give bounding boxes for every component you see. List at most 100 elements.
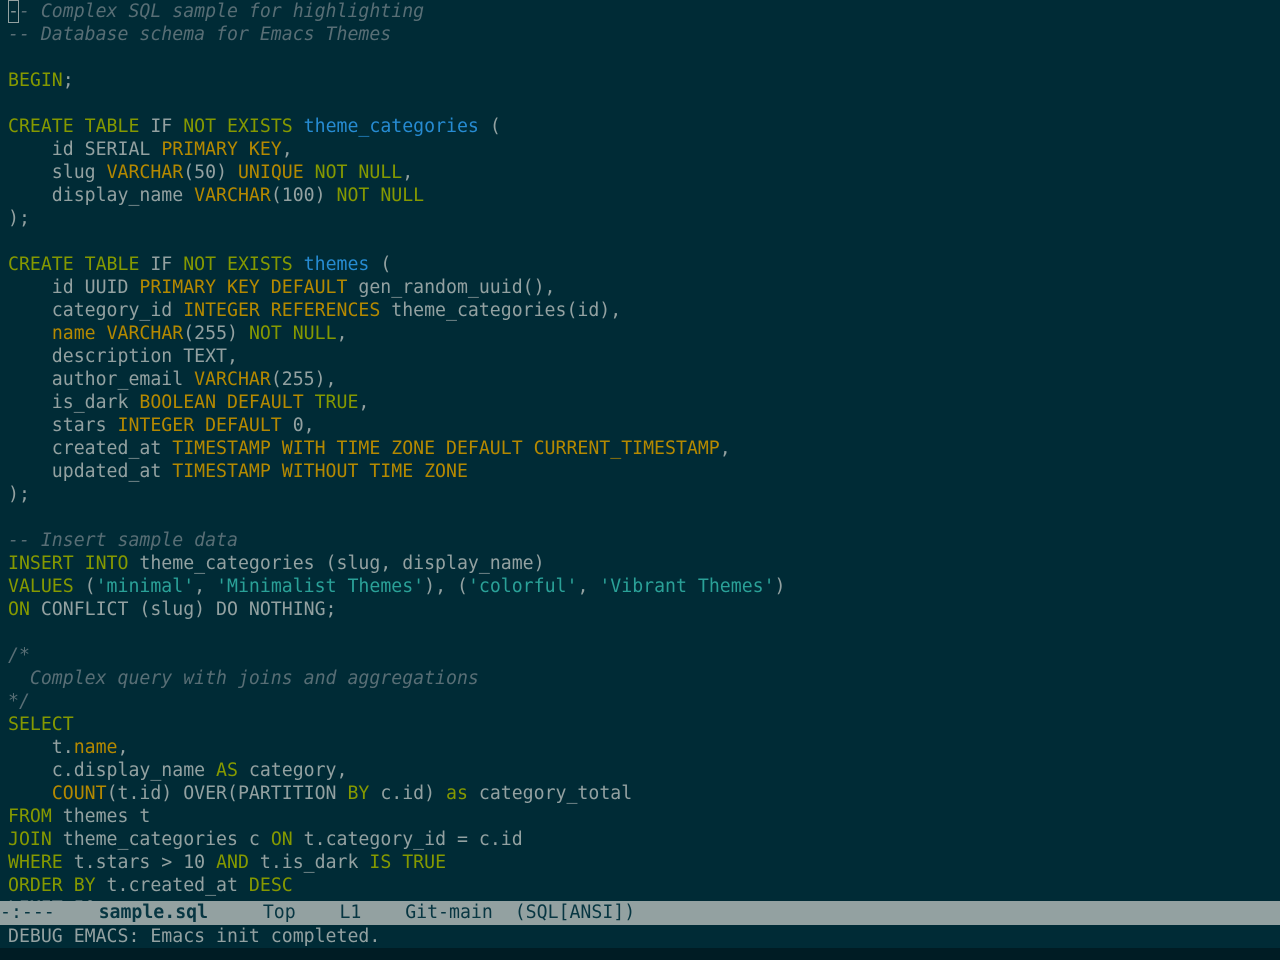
code-line[interactable]: ); xyxy=(0,483,1280,506)
code-token-plain: 0, xyxy=(281,415,315,436)
code-token-plain: , xyxy=(336,323,348,344)
code-token-plain: id UUID xyxy=(8,277,140,298)
code-token-kw: INSERT INTO xyxy=(8,553,129,574)
modeline-line-number: L1 xyxy=(339,902,362,923)
code-token-plain: t.stars > 10 xyxy=(62,852,217,873)
code-token-plain: , xyxy=(577,576,600,597)
code-token-plain: gen_random_uuid(), xyxy=(347,277,556,298)
code-line[interactable] xyxy=(0,230,1280,253)
code-token-str: 'Minimalist Themes' xyxy=(216,576,425,597)
code-line[interactable]: INSERT INTO theme_categories (slug, disp… xyxy=(0,552,1280,575)
modeline-status: -:--- xyxy=(0,902,55,923)
code-line[interactable]: JOIN theme_categories c ON t.category_id… xyxy=(0,828,1280,851)
code-token-plain: IF xyxy=(139,116,184,137)
code-token-plain: updated_at xyxy=(8,461,173,482)
code-line[interactable]: -- Complex SQL sample for highlighting xyxy=(0,0,1280,23)
code-line[interactable]: SELECT xyxy=(0,713,1280,736)
code-token-kw: CREATE TABLE xyxy=(8,116,140,137)
modeline-buffer-name[interactable]: sample.sql xyxy=(99,902,209,923)
code-line[interactable]: BEGIN; xyxy=(0,69,1280,92)
code-token-plain: , xyxy=(117,737,129,758)
code-line[interactable]: id SERIAL PRIMARY KEY, xyxy=(0,138,1280,161)
code-line[interactable]: id UUID PRIMARY KEY DEFAULT gen_random_u… xyxy=(0,276,1280,299)
code-line[interactable] xyxy=(0,621,1280,644)
code-line[interactable]: slug VARCHAR(50) UNIQUE NOT NULL, xyxy=(0,161,1280,184)
code-line[interactable]: /* xyxy=(0,644,1280,667)
code-line[interactable]: COUNT(t.id) OVER(PARTITION BY c.id) as c… xyxy=(0,782,1280,805)
code-line[interactable]: ORDER BY t.created_at DESC xyxy=(0,874,1280,897)
code-token-plain: theme_categories c xyxy=(51,829,271,850)
code-token-plain: (255), xyxy=(270,369,337,390)
code-token-str: 'colorful' xyxy=(467,576,578,597)
code-line[interactable]: -- Database schema for Emacs Themes xyxy=(0,23,1280,46)
code-token-kw: DESC xyxy=(248,875,293,896)
code-token-plain: author_email xyxy=(8,369,195,390)
code-token-kw: TRUE xyxy=(314,392,359,413)
code-token-plain: ) xyxy=(774,576,786,597)
code-token-kw: AS xyxy=(216,760,238,781)
code-token-plain: ), ( xyxy=(424,576,468,597)
code-token-cm: */ xyxy=(8,691,30,712)
code-token-plain: , xyxy=(402,162,414,183)
code-line[interactable]: WHERE t.stars > 10 AND t.is_dark IS TRUE xyxy=(0,851,1280,874)
code-token-ty: PRIMARY KEY xyxy=(161,139,282,160)
code-line[interactable]: description TEXT, xyxy=(0,345,1280,368)
code-line[interactable]: FROM themes t xyxy=(0,805,1280,828)
code-line[interactable]: Complex query with joins and aggregation… xyxy=(0,667,1280,690)
code-token-plain: t.is_dark xyxy=(248,852,370,873)
code-line[interactable]: display_name VARCHAR(100) NOT NULL xyxy=(0,184,1280,207)
code-line[interactable]: ); xyxy=(0,207,1280,230)
code-line[interactable]: is_dark BOOLEAN DEFAULT TRUE, xyxy=(0,391,1280,414)
code-line[interactable]: created_at TIMESTAMP WITH TIME ZONE DEFA… xyxy=(0,437,1280,460)
code-token-plain: category_total xyxy=(467,783,633,804)
code-token-ty: TIMESTAMP WITH TIME ZONE DEFAULT CURRENT… xyxy=(172,438,720,459)
code-token-kw: JOIN xyxy=(8,829,52,850)
code-token-plain: t.created_at xyxy=(95,875,249,896)
code-token-plain: created_at xyxy=(8,438,173,459)
modeline-position: Top xyxy=(262,902,296,923)
code-line[interactable]: ON CONFLICT (slug) DO NOTHING; xyxy=(0,598,1280,621)
code-line[interactable]: CREATE TABLE IF NOT EXISTS themes ( xyxy=(0,253,1280,276)
code-token-ty: VARCHAR xyxy=(106,162,184,183)
text-cursor: - xyxy=(8,1,19,22)
code-line[interactable]: c.display_name AS category, xyxy=(0,759,1280,782)
code-token-plain: , xyxy=(281,139,293,160)
code-token-kw: NOT NULL xyxy=(314,162,403,183)
code-token-plain: ( xyxy=(478,116,501,137)
code-token-plain: (255) xyxy=(183,323,249,344)
code-token-str: 'Vibrant Themes' xyxy=(599,576,775,597)
code-token-ty: name xyxy=(51,323,96,344)
code-token-plain: t.category_id = c.id xyxy=(292,829,523,850)
code-line[interactable]: t.name, xyxy=(0,736,1280,759)
code-token-kw: NOT NULL xyxy=(336,185,425,206)
code-token-kw: NOT EXISTS xyxy=(183,254,293,275)
code-line[interactable]: -- Insert sample data xyxy=(0,529,1280,552)
code-line[interactable]: stars INTEGER DEFAULT 0, xyxy=(0,414,1280,437)
code-token-cm: /* xyxy=(8,645,30,666)
code-token-plain: description TEXT, xyxy=(8,346,238,367)
code-line[interactable] xyxy=(0,506,1280,529)
code-line[interactable]: updated_at TIMESTAMP WITHOUT TIME ZONE xyxy=(0,460,1280,483)
code-token-plain: themes t xyxy=(51,806,151,827)
code-line[interactable]: name VARCHAR(255) NOT NULL, xyxy=(0,322,1280,345)
code-line[interactable]: VALUES ('minimal', 'Minimalist Themes'),… xyxy=(0,575,1280,598)
code-token-fn: themes xyxy=(303,254,370,275)
code-token-fn: theme_categories xyxy=(303,116,479,137)
code-line[interactable]: category_id INTEGER REFERENCES theme_cat… xyxy=(0,299,1280,322)
modeline-vc-branch[interactable]: Git-main xyxy=(405,902,493,923)
code-token-plain: IF xyxy=(139,254,184,275)
code-line[interactable] xyxy=(0,46,1280,69)
code-line[interactable] xyxy=(0,92,1280,115)
mode-line: -:--- sample.sql Top L1 Git-main (SQL[AN… xyxy=(0,901,1280,925)
sql-editor-buffer[interactable]: -- Complex SQL sample for highlighting --… xyxy=(0,0,1280,901)
code-line[interactable]: CREATE TABLE IF NOT EXISTS theme_categor… xyxy=(0,115,1280,138)
code-token-plain: category, xyxy=(237,760,348,781)
code-line[interactable]: */ xyxy=(0,690,1280,713)
code-line[interactable]: author_email VARCHAR(255), xyxy=(0,368,1280,391)
code-token-plain: (100) xyxy=(270,185,337,206)
modeline-major-mode[interactable]: (SQL[ANSI]) xyxy=(515,902,635,923)
code-token-cm: Complex query with joins and aggregation… xyxy=(8,668,479,689)
